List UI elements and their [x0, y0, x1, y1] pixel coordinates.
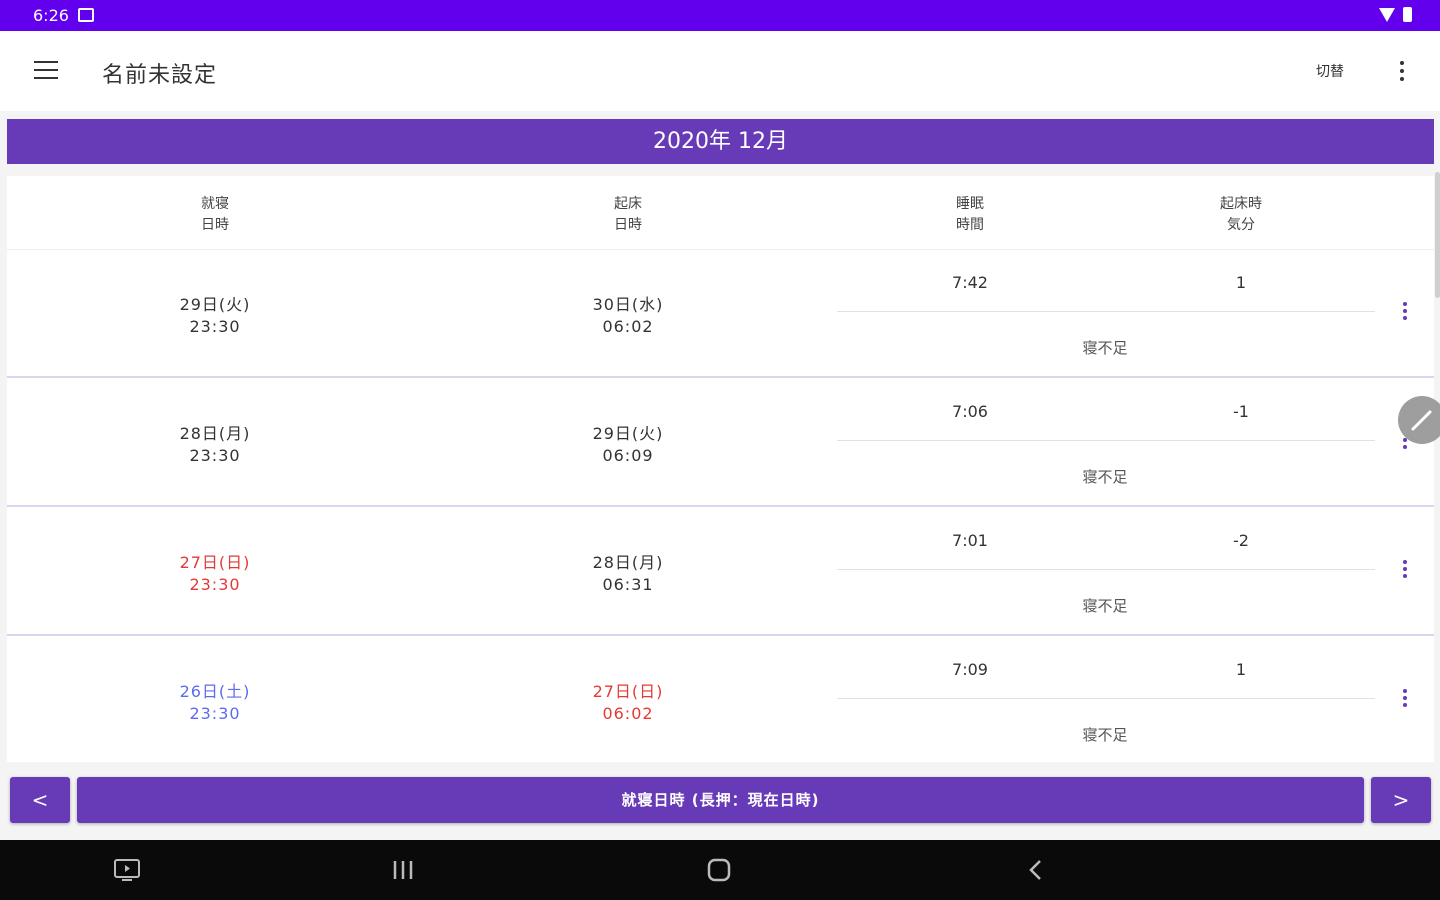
bed-day: 27日(日): [179, 553, 251, 572]
bed-day: 29日(火): [179, 295, 251, 314]
month-banner: 2020年 12月: [7, 119, 1434, 164]
scrollbar[interactable]: [1435, 172, 1440, 298]
row-divider: [837, 569, 1375, 570]
table-row[interactable]: 26日(土) 23:30 27日(日) 06:02 7:09 1 寝不足: [7, 637, 1434, 762]
recent-apps-icon[interactable]: [391, 859, 415, 881]
notification-icon: [78, 8, 94, 22]
app-bar: 名前未設定 切替: [0, 31, 1440, 111]
app-title: 名前未設定: [102, 63, 218, 88]
header-bed-time: 就寝 日時: [201, 196, 229, 233]
sleep-note: 寝不足: [1082, 339, 1128, 357]
sleep-duration: 7:01: [952, 531, 988, 550]
more-vert-icon[interactable]: [1398, 59, 1406, 83]
row-more-vert-icon[interactable]: [1403, 302, 1409, 322]
wake-datetime: 29日(火) 06:09: [528, 423, 728, 467]
wake-datetime: 28日(月) 06:31: [528, 552, 728, 596]
switch-button[interactable]: 切替: [1316, 61, 1344, 81]
sleep-duration: 7:42: [952, 273, 988, 292]
bed-datetime: 26日(土) 23:30: [115, 681, 315, 725]
status-icons: [1379, 7, 1412, 22]
table-row[interactable]: 29日(火) 23:30 30日(水) 06:02 7:42 1 寝不足: [7, 250, 1434, 378]
wake-time: 06:02: [602, 704, 654, 723]
bed-datetime: 29日(火) 23:30: [115, 294, 315, 338]
wake-mood: 1: [1235, 273, 1247, 292]
wake-day: 30日(水): [592, 295, 664, 314]
header-wake-mood: 起床時 気分: [1220, 196, 1262, 233]
sleep-table: 就寝 日時 起床 日時 睡眠 時間 起床時 気分 29日(火) 23:30 30…: [7, 176, 1434, 762]
bed-time: 23:30: [189, 704, 241, 723]
header-wake-time: 起床 日時: [614, 196, 642, 233]
back-icon[interactable]: [1025, 858, 1045, 882]
status-bar: 6:26: [0, 0, 1440, 31]
row-more-vert-icon[interactable]: [1403, 560, 1409, 580]
next-month-button[interactable]: >: [1371, 777, 1431, 823]
wake-day: 29日(火): [592, 424, 664, 443]
table-header: 就寝 日時 起床 日時 睡眠 時間 起床時 気分: [7, 176, 1434, 250]
wake-mood: -1: [1233, 402, 1249, 421]
system-nav-bar: [0, 840, 1440, 900]
sleep-note: 寝不足: [1082, 726, 1128, 744]
edit-icon: [1411, 410, 1432, 431]
edit-fab[interactable]: [1398, 396, 1440, 444]
status-time: 6:26: [33, 6, 69, 25]
table-row[interactable]: 27日(日) 23:30 28日(月) 06:31 7:01 -2 寝不足: [7, 508, 1434, 636]
screenshot-icon[interactable]: [113, 858, 141, 882]
bed-day: 28日(月): [179, 424, 251, 443]
bed-datetime: 27日(日) 23:30: [115, 552, 315, 596]
sleep-duration: 7:09: [952, 660, 988, 679]
bed-day: 26日(土): [179, 682, 251, 701]
sleep-note: 寝不足: [1082, 597, 1128, 615]
table-row[interactable]: 28日(月) 23:30 29日(火) 06:09 7:06 -1 寝不足: [7, 379, 1434, 507]
wake-day: 28日(月): [592, 553, 664, 572]
wake-mood: 1: [1235, 660, 1247, 679]
prev-month-button[interactable]: <: [10, 777, 70, 823]
sleep-duration: 7:06: [952, 402, 988, 421]
bed-time: 23:30: [189, 446, 241, 465]
row-divider: [837, 698, 1375, 699]
wifi-icon: [1379, 7, 1395, 22]
wake-day: 27日(日): [592, 682, 664, 701]
bed-time: 23:30: [189, 317, 241, 336]
wake-mood: -2: [1233, 531, 1249, 550]
row-divider: [837, 440, 1375, 441]
home-icon[interactable]: [706, 857, 732, 883]
row-more-vert-icon[interactable]: [1403, 689, 1409, 709]
bed-time: 23:30: [189, 575, 241, 594]
menu-icon[interactable]: [34, 61, 58, 79]
wake-datetime: 27日(日) 06:02: [528, 681, 728, 725]
wake-time: 06:09: [602, 446, 654, 465]
bedtime-button[interactable]: 就寝日時 (長押：現在日時): [77, 777, 1364, 823]
wake-datetime: 30日(水) 06:02: [528, 294, 728, 338]
wake-time: 06:02: [602, 317, 654, 336]
battery-icon: [1403, 7, 1412, 22]
bed-datetime: 28日(月) 23:30: [115, 423, 315, 467]
row-divider: [837, 311, 1375, 312]
bottom-action-bar: < 就寝日時 (長押：現在日時) >: [0, 768, 1440, 840]
wake-time: 06:31: [602, 575, 654, 594]
header-sleep-duration: 睡眠 時間: [956, 196, 984, 233]
sleep-note: 寝不足: [1082, 468, 1128, 486]
